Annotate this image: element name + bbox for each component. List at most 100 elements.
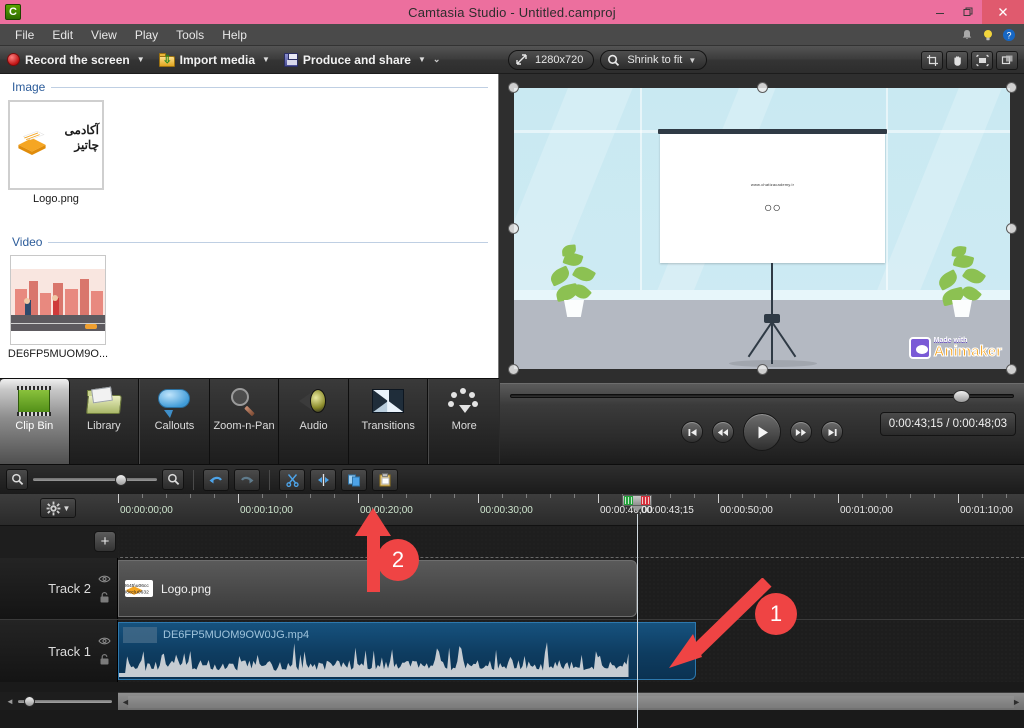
split-icon[interactable] (310, 468, 336, 491)
hand-pan-icon[interactable] (946, 50, 968, 70)
tab-label: Audio (299, 420, 328, 432)
rewind-icon[interactable] (712, 421, 734, 443)
timeline-ruler[interactable]: ▼ 00:00:00;00 00:00:10;00 00:00:20;00 00:00… (0, 494, 1024, 526)
tab-audio[interactable]: Audio (279, 379, 349, 464)
help-icon[interactable]: ? (1002, 28, 1016, 42)
minimize-icon[interactable] (926, 0, 954, 24)
ruler-tick-minor (862, 494, 863, 498)
menu-item-view[interactable]: View (82, 25, 126, 45)
tab-library[interactable]: Library (70, 379, 140, 464)
resize-handle-tr[interactable] (1006, 82, 1017, 93)
close-icon[interactable] (982, 0, 1024, 24)
redo-icon[interactable] (234, 468, 260, 491)
menu-item-file[interactable]: File (6, 25, 43, 45)
chevron-down-icon[interactable]: ▼ (418, 55, 426, 64)
canvas-dimensions-button[interactable]: 1280x720 (508, 50, 595, 70)
out-marker[interactable] (641, 496, 650, 505)
screen-url-text: www.chatizacademy.ir (750, 182, 795, 187)
tab-transitions[interactable]: Transitions (349, 379, 429, 464)
clip-thumbnail-icon: \u0622\u06a9\u0627\u062f\u0645\u06cc\u06… (125, 580, 153, 597)
ruler-tick-minor (430, 494, 431, 498)
add-track-button[interactable]: + (94, 531, 116, 552)
record-the-screen-button[interactable]: Record the screen ▼ (0, 47, 152, 73)
fast-forward-icon[interactable] (790, 421, 812, 443)
ruler-tick-minor (454, 494, 455, 498)
crop-icon[interactable] (921, 50, 943, 70)
add-track-row: + (0, 526, 1024, 558)
menu-item-tools[interactable]: Tools (167, 25, 213, 45)
undo-icon[interactable] (203, 468, 229, 491)
cut-icon[interactable] (279, 468, 305, 491)
bell-icon[interactable] (960, 28, 974, 42)
timeline-options-icon[interactable]: ▼ (40, 498, 76, 518)
resize-handle-tc[interactable] (757, 82, 768, 93)
logo-text: آکادمی چاتیز (64, 123, 99, 152)
clipbin-group-image-items: آکادمی چاتیز Logo.png (0, 94, 498, 205)
track-header-2[interactable]: Track 2 (0, 558, 118, 619)
ruler-tick-major (598, 494, 599, 503)
menu-item-play[interactable]: Play (126, 25, 167, 45)
timeline-zoom-slider[interactable] (33, 469, 157, 490)
lock-icon[interactable] (99, 654, 110, 669)
resize-handle-ml[interactable] (508, 223, 519, 234)
eye-icon[interactable] (98, 634, 111, 649)
copy-icon[interactable] (341, 468, 367, 491)
seek-bar[interactable] (510, 390, 1014, 403)
detach-preview-icon[interactable] (996, 50, 1018, 70)
zoom-in-icon[interactable] (162, 469, 184, 490)
in-marker[interactable] (624, 496, 633, 505)
resize-handle-bc[interactable] (757, 364, 768, 375)
lightbulb-icon[interactable] (981, 28, 995, 42)
menu-item-help[interactable]: Help (213, 25, 256, 45)
ruler-tick-minor (142, 494, 143, 498)
tab-more[interactable]: More (429, 379, 499, 464)
track-header-1[interactable]: Track 1 (0, 620, 118, 682)
ruler-tick-minor (934, 494, 935, 498)
clipbin-item-logo[interactable]: آکادمی چاتیز Logo.png (8, 100, 104, 205)
clipbin-item-video[interactable]: DE6FP5MUOM9O... (7, 255, 109, 360)
chevron-down-icon[interactable]: ▼ (262, 55, 270, 64)
resize-handle-bl[interactable] (508, 364, 519, 375)
fullscreen-icon[interactable] (971, 50, 993, 70)
seek-knob[interactable] (952, 390, 970, 403)
play-icon[interactable] (743, 413, 781, 451)
produce-and-share-button[interactable]: Produce and share ▼ ⌄ (277, 47, 448, 73)
annotation-number: 1 (755, 593, 797, 635)
paste-icon[interactable] (372, 468, 398, 491)
resize-handle-br[interactable] (1006, 364, 1017, 375)
zoom-out-icon[interactable] (6, 469, 28, 490)
ruler-tick-minor (982, 494, 983, 498)
track-height-slider[interactable]: ◄ (0, 692, 118, 710)
chevron-down-icon[interactable]: ▼ (137, 55, 145, 64)
resize-handle-mr[interactable] (1006, 223, 1017, 234)
restore-icon[interactable] (954, 0, 982, 24)
record-label: Record the screen (25, 52, 130, 67)
more-icon (446, 385, 482, 417)
tab-clip-bin[interactable]: Clip Bin (0, 379, 70, 464)
eye-icon[interactable] (98, 571, 111, 586)
clipbin-group-video-header: Video (0, 229, 498, 249)
menu-bar: File Edit View Play Tools Help ? (0, 24, 1024, 46)
menu-item-edit[interactable]: Edit (43, 25, 82, 45)
tab-callouts[interactable]: Callouts (140, 379, 210, 464)
chevron-down-icon[interactable]: ▼ (688, 56, 696, 65)
skip-to-end-icon[interactable] (821, 421, 843, 443)
timeline-horizontal-scrollbar[interactable]: ◄ ► (118, 692, 1024, 710)
toolbar-overflow-icon[interactable]: ⌄ (433, 54, 441, 65)
timeline: ▼ 00:00:00;00 00:00:10;00 00:00:20;00 00:00… (0, 494, 1024, 728)
divider (193, 469, 194, 490)
clipbin-item-label: DE6FP5MUOM9O... (7, 348, 109, 360)
scroll-thumb[interactable] (128, 696, 1014, 708)
preview-canvas[interactable]: www.chatizacademy.ir ○○ Made with Animak… (514, 88, 1010, 369)
tab-zoom-n-pan[interactable]: Zoom-n-Pan (210, 379, 280, 464)
skip-to-start-icon[interactable] (681, 421, 703, 443)
window-controls (926, 0, 1024, 24)
timeline-clip-video[interactable]: DE6FP5MUOM9OW0JG.mp4 (118, 622, 696, 680)
zoom-slider-handle[interactable] (114, 473, 127, 486)
import-media-button[interactable]: ⇩ Import media ▼ (152, 47, 277, 73)
lock-icon[interactable] (99, 591, 110, 606)
resize-handle-tl[interactable] (508, 82, 519, 93)
canvas-zoom-button[interactable]: Shrink to fit ▼ (600, 50, 708, 70)
track-2-clips: \u0622\u06a9\u0627\u062f\u0645\u06cc\u06… (118, 558, 1024, 619)
screen-top-bar (658, 129, 887, 134)
